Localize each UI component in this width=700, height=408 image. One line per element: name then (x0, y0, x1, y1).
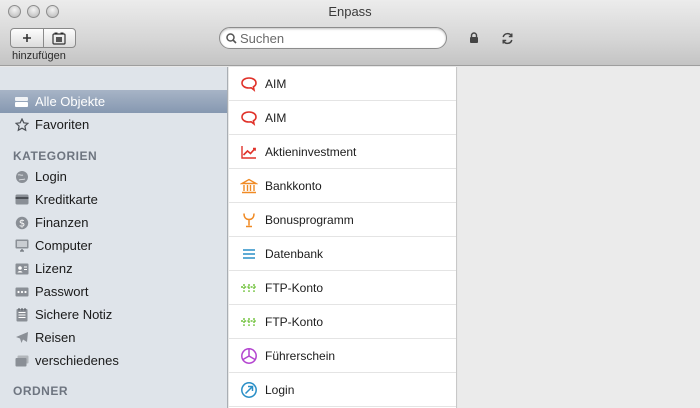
sidebar-item-all-items[interactable]: Alle Objekte (0, 90, 227, 113)
plus-icon (22, 34, 31, 42)
add-from-template-button[interactable] (42, 29, 76, 47)
sidebar-item-misc[interactable]: verschiedenes (0, 349, 227, 372)
stack-icon (14, 94, 29, 109)
list-item[interactable]: FTP-Konto (229, 271, 456, 305)
network-icon (239, 312, 259, 332)
goblet-icon (239, 210, 259, 230)
note-icon (14, 307, 29, 322)
sidebar-item-label: Favoriten (35, 117, 90, 132)
airplane-icon (14, 330, 29, 345)
lines-icon (239, 244, 259, 264)
password-icon (14, 284, 29, 299)
sidebar-item-label: Kreditkarte (35, 192, 98, 207)
add-button-group (10, 28, 76, 48)
list-item-label: Login (265, 382, 295, 397)
sidebar-item-license[interactable]: Lizenz (0, 257, 227, 280)
search-input[interactable] (240, 30, 435, 46)
sync-icon (501, 32, 513, 44)
list-item-label: Bonusprogramm (265, 212, 354, 227)
network-icon (239, 278, 259, 298)
template-icon (52, 32, 66, 45)
add-caption: hinzufügen (12, 50, 66, 62)
list-item[interactable]: Aktieninvestment (229, 135, 456, 169)
sidebar-item-finances[interactable]: $ Finanzen (0, 211, 227, 234)
list-item[interactable]: Führerschein (229, 339, 456, 373)
sidebar-item-travel[interactable]: Reisen (0, 326, 227, 349)
list-item[interactable]: AIM (229, 101, 456, 135)
sidebar-item-label: Finanzen (35, 215, 89, 230)
list-item-label: AIM (265, 110, 287, 125)
cube-icon (239, 346, 259, 366)
monitor-icon (14, 238, 29, 253)
sidebar-item-credit-card[interactable]: Kreditkarte (0, 188, 227, 211)
folders-heading: ORDNER (13, 384, 69, 398)
list-item-label: FTP-Konto (265, 280, 324, 295)
window-title: Enpass (328, 4, 372, 19)
svg-text:$: $ (18, 218, 24, 229)
list-item-label: Datenbank (265, 246, 324, 261)
chat-bubble-icon (239, 108, 259, 128)
sidebar: Alle Objekte Favoriten KATEGORIEN Login … (0, 67, 228, 408)
list-item-label: AIM (265, 76, 287, 91)
lock-icon (470, 32, 478, 43)
list-item-label: Aktieninvestment (265, 144, 357, 159)
search-field[interactable] (219, 27, 447, 49)
sidebar-item-label: Sichere Notiz (35, 307, 113, 322)
add-item-button[interactable] (11, 29, 43, 47)
list-item[interactable]: FTP-Konto (229, 305, 456, 339)
list-item[interactable]: AIM (229, 67, 456, 101)
sidebar-item-label: verschiedenes (35, 353, 119, 368)
sidebar-item-secure-note[interactable]: Sichere Notiz (0, 303, 227, 326)
star-icon (14, 117, 29, 132)
sidebar-item-label: Lizenz (35, 261, 73, 276)
list-item[interactable]: Login (229, 373, 456, 407)
item-list: AIM AIM Aktieninvestment Bankkonto Bonus… (229, 67, 457, 408)
detail-pane (458, 67, 700, 408)
categories-heading: KATEGORIEN (13, 149, 98, 163)
sidebar-item-login[interactable]: Login (0, 165, 227, 188)
list-item-label: FTP-Konto (265, 314, 324, 329)
arrow-circle-icon (239, 380, 259, 400)
license-icon (14, 261, 29, 276)
sidebar-item-label: Alle Objekte (35, 94, 106, 109)
dollar-icon: $ (14, 215, 29, 230)
sidebar-item-computer[interactable]: Computer (0, 234, 227, 257)
sidebar-item-label: Login (35, 169, 67, 184)
sync-button[interactable] (500, 31, 514, 45)
list-item[interactable]: Bankkonto (229, 169, 456, 203)
list-item[interactable]: Bonusprogramm (229, 203, 456, 237)
sidebar-item-favorites[interactable]: Favoriten (0, 113, 227, 136)
chat-bubble-icon (239, 74, 259, 94)
search-icon (226, 32, 237, 44)
list-item-label: Bankkonto (265, 178, 322, 193)
sidebar-item-label: Computer (35, 238, 93, 253)
toolbar: Enpass hinzufügen (0, 0, 700, 66)
chart-up-icon (239, 142, 259, 162)
bank-icon (239, 176, 259, 196)
credit-card-icon (14, 192, 29, 207)
sidebar-item-password[interactable]: Passwort (0, 280, 227, 303)
list-item[interactable]: Datenbank (229, 237, 456, 271)
misc-icon (14, 353, 29, 368)
sidebar-item-label: Reisen (35, 330, 76, 345)
sidebar-item-label: Passwort (35, 284, 89, 299)
list-item-label: Führerschein (265, 348, 336, 363)
globe-icon (14, 169, 29, 184)
lock-button[interactable] (467, 31, 481, 45)
